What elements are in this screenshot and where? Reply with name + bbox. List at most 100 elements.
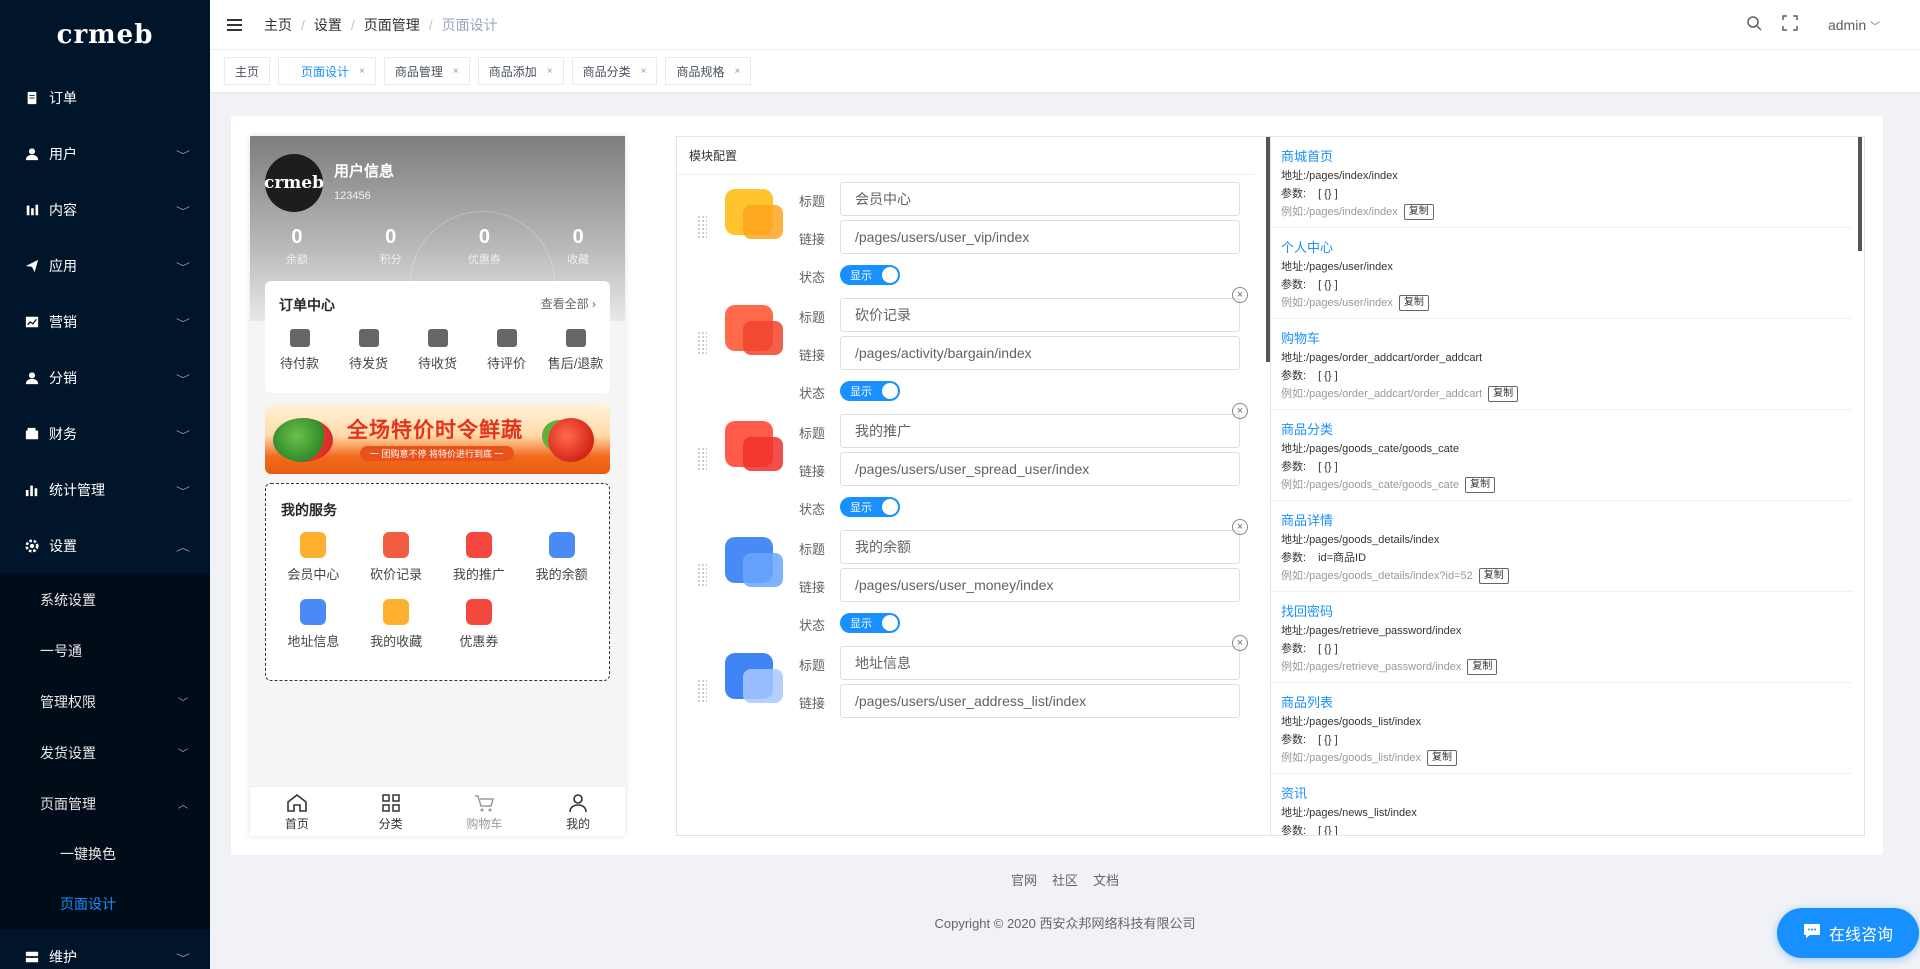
submenu-item-2[interactable]: 管理权限 ﹀ bbox=[0, 676, 210, 727]
link-input[interactable]: /pages/users/user_spread_user/index bbox=[840, 452, 1240, 486]
submenu-item-page-0[interactable]: 一键换色 bbox=[0, 829, 210, 879]
service-item[interactable]: 会员中心 bbox=[272, 532, 355, 583]
drag-handle-icon[interactable] bbox=[697, 215, 707, 239]
tab-5[interactable]: 商品规格 × bbox=[665, 57, 752, 85]
sidebar-item-0[interactable]: 订单 bbox=[0, 70, 210, 126]
footer-link-docs[interactable]: 文档 bbox=[1093, 870, 1119, 889]
link-name[interactable]: 个人中心 bbox=[1281, 238, 1842, 258]
copy-button[interactable]: 复制 bbox=[1488, 386, 1519, 402]
drag-handle-icon[interactable] bbox=[697, 447, 707, 471]
sidebar-item-2[interactable]: 内容 ﹀ bbox=[0, 182, 210, 238]
close-circle-icon[interactable]: × bbox=[1232, 403, 1248, 419]
service-item[interactable]: 优惠券 bbox=[438, 599, 521, 650]
close-icon[interactable]: × bbox=[641, 66, 647, 77]
submenu-item-1[interactable]: 一号通 bbox=[0, 625, 210, 676]
search-icon[interactable] bbox=[1746, 15, 1762, 34]
close-circle-icon[interactable]: × bbox=[1232, 519, 1248, 535]
status-switch[interactable]: 显示 bbox=[840, 497, 900, 517]
close-circle-icon[interactable]: × bbox=[1232, 635, 1248, 651]
status-switch[interactable]: 显示 bbox=[840, 613, 900, 633]
close-circle-icon[interactable]: × bbox=[1232, 287, 1248, 303]
link-name[interactable]: 商城首页 bbox=[1281, 147, 1842, 167]
service-item[interactable]: 砍价记录 bbox=[355, 532, 438, 583]
menu-fold-icon[interactable] bbox=[227, 18, 242, 31]
phone-tab-2[interactable]: 购物车 bbox=[438, 787, 532, 836]
copy-button[interactable]: 复制 bbox=[1464, 477, 1495, 493]
link-name[interactable]: 购物车 bbox=[1281, 329, 1842, 349]
link-name[interactable]: 商品列表 bbox=[1281, 693, 1842, 713]
copy-button[interactable]: 复制 bbox=[1467, 659, 1498, 675]
online-chat-button[interactable]: 在线咨询 bbox=[1777, 908, 1919, 958]
stat-item[interactable]: 0 余额 bbox=[250, 226, 344, 267]
order-item[interactable]: 待评价 bbox=[472, 329, 541, 372]
title-input[interactable]: 地址信息 bbox=[840, 646, 1240, 680]
service-item[interactable]: 我的余额 bbox=[520, 532, 603, 583]
stat-item[interactable]: 0 收藏 bbox=[531, 226, 625, 267]
order-item[interactable]: 待收货 bbox=[403, 329, 472, 372]
order-item[interactable]: 待付款 bbox=[265, 329, 334, 372]
tab-2[interactable]: 商品管理 × bbox=[383, 57, 470, 85]
link-name[interactable]: 商品分类 bbox=[1281, 420, 1842, 440]
drag-handle-icon[interactable] bbox=[697, 563, 707, 587]
service-item[interactable]: 我的收藏 bbox=[355, 599, 438, 650]
fullscreen-icon[interactable] bbox=[1782, 15, 1798, 34]
close-icon[interactable]: × bbox=[359, 66, 365, 77]
drag-handle-icon[interactable] bbox=[697, 679, 707, 703]
order-item[interactable]: 待发货 bbox=[334, 329, 403, 372]
tab-1[interactable]: 页面设计 × bbox=[278, 57, 376, 85]
promo-banner[interactable]: 全场特价时令鲜蔬 一 团购意不停 将特价进行到底 一 bbox=[265, 404, 610, 474]
link-name[interactable]: 资讯 bbox=[1281, 784, 1842, 804]
sidebar-item-3[interactable]: 应用 ﹀ bbox=[0, 238, 210, 294]
link-name[interactable]: 商品详情 bbox=[1281, 511, 1842, 531]
breadcrumb-page-mgmt[interactable]: 页面管理 bbox=[364, 15, 420, 35]
footer-link-official[interactable]: 官网 bbox=[1011, 870, 1037, 889]
sidebar-item-7[interactable]: 统计管理 ﹀ bbox=[0, 462, 210, 518]
link-input[interactable]: /pages/users/user_money/index bbox=[840, 568, 1240, 602]
stat-item[interactable]: 0 积分 bbox=[344, 226, 438, 267]
sidebar-item-maintain[interactable]: 维护 ﹀ bbox=[0, 929, 210, 969]
stat-item[interactable]: 0 优惠券 bbox=[438, 226, 532, 267]
phone-tab-3[interactable]: 我的 bbox=[531, 787, 625, 836]
sidebar-item-8[interactable]: 设置 ︿ bbox=[0, 518, 210, 574]
sidebar-item-4[interactable]: 营销 ﹀ bbox=[0, 294, 210, 350]
phone-tab-1[interactable]: 分类 bbox=[344, 787, 438, 836]
breadcrumb-settings[interactable]: 设置 bbox=[314, 15, 342, 35]
view-all-link[interactable]: 查看全部 › bbox=[541, 295, 596, 315]
close-icon[interactable]: × bbox=[547, 66, 553, 77]
title-input[interactable]: 砍价记录 bbox=[840, 298, 1240, 332]
sidebar-item-5[interactable]: 分销 ﹀ bbox=[0, 350, 210, 406]
service-item[interactable]: 地址信息 bbox=[272, 599, 355, 650]
copy-button[interactable]: 复制 bbox=[1403, 204, 1434, 220]
link-input[interactable]: /pages/users/user_vip/index bbox=[840, 220, 1240, 254]
phone-tab-0[interactable]: 首页 bbox=[250, 787, 344, 836]
footer-link-community[interactable]: 社区 bbox=[1052, 870, 1078, 889]
sidebar-item-1[interactable]: 用户 ﹀ bbox=[0, 126, 210, 182]
link-input[interactable]: /pages/activity/bargain/index bbox=[840, 336, 1240, 370]
title-input[interactable]: 我的余额 bbox=[840, 530, 1240, 564]
title-input[interactable]: 会员中心 bbox=[840, 182, 1240, 216]
scrollbar[interactable] bbox=[1858, 137, 1862, 251]
tab-4[interactable]: 商品分类 × bbox=[571, 57, 658, 85]
submenu-item-page-1[interactable]: 页面设计 bbox=[0, 879, 210, 929]
tab-3[interactable]: 商品添加 × bbox=[477, 57, 564, 85]
status-switch[interactable]: 显示 bbox=[840, 381, 900, 401]
service-item[interactable]: 我的推广 bbox=[438, 532, 521, 583]
submenu-item-4[interactable]: 页面管理 ︿ bbox=[0, 778, 210, 829]
status-switch[interactable]: 显示 bbox=[840, 265, 900, 285]
copy-button[interactable]: 复制 bbox=[1478, 568, 1509, 584]
tab-0[interactable]: 主页 bbox=[224, 57, 271, 85]
drag-handle-icon[interactable] bbox=[697, 331, 707, 355]
user-menu[interactable]: admin ﹀ bbox=[1828, 17, 1880, 33]
link-input[interactable]: /pages/users/user_address_list/index bbox=[840, 684, 1240, 718]
sidebar-item-6[interactable]: 财务 ﹀ bbox=[0, 406, 210, 462]
submenu-item-0[interactable]: 系统设置 bbox=[0, 574, 210, 625]
order-item[interactable]: 售后/退款 bbox=[541, 329, 610, 372]
link-name[interactable]: 找回密码 bbox=[1281, 602, 1842, 622]
copy-button[interactable]: 复制 bbox=[1427, 750, 1458, 766]
title-input[interactable]: 我的推广 bbox=[840, 414, 1240, 448]
breadcrumb-home[interactable]: 主页 bbox=[264, 15, 292, 35]
copy-button[interactable]: 复制 bbox=[1398, 295, 1429, 311]
close-icon[interactable]: × bbox=[453, 66, 459, 77]
submenu-item-3[interactable]: 发货设置 ﹀ bbox=[0, 727, 210, 778]
close-icon[interactable]: × bbox=[734, 66, 740, 77]
